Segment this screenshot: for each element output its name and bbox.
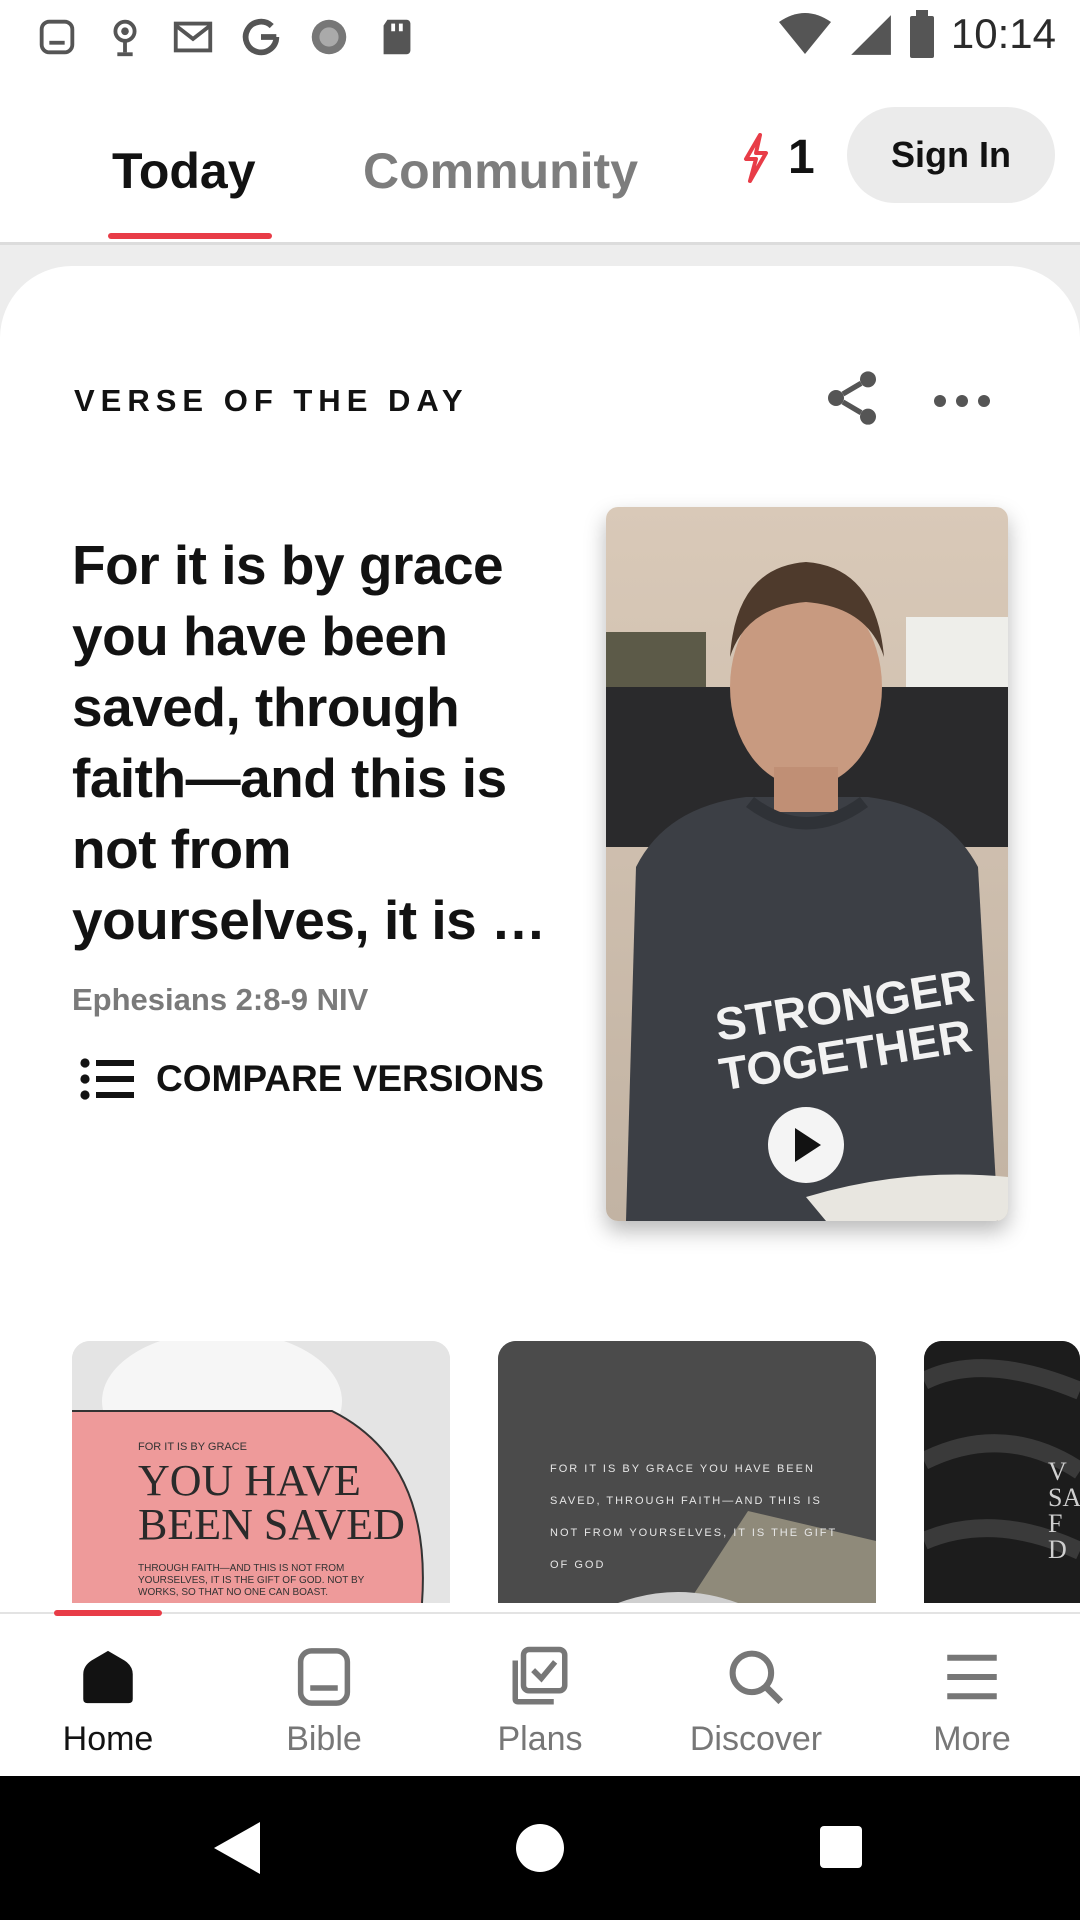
nav-bible[interactable]: Bible <box>216 1614 432 1778</box>
verse-image-3[interactable]: V SA F D <box>924 1341 1080 1603</box>
streak-counter[interactable]: 1 <box>740 130 815 185</box>
back-icon[interactable] <box>212 1820 264 1876</box>
verse-video-thumbnail[interactable]: STRONGER TOGETHER <box>606 507 1008 1221</box>
system-navigation-bar <box>0 1776 1080 1920</box>
tab-today[interactable]: Today <box>112 142 256 200</box>
nav-plans-label: Plans <box>497 1720 583 1758</box>
active-tab-indicator <box>108 233 272 239</box>
image-3-text: V SA F D <box>1048 1457 1080 1564</box>
wifi-icon <box>778 13 831 54</box>
verse-image-1[interactable]: FOR IT IS BY GRACE YOU HAVE BEEN SAVED T… <box>72 1341 450 1603</box>
tablet-icon <box>39 19 75 55</box>
home-icon <box>83 1650 133 1704</box>
compare-versions-label: COMPARE VERSIONS <box>156 1058 544 1099</box>
compare-versions-button[interactable]: COMPARE VERSIONS <box>80 1058 544 1100</box>
tab-community[interactable]: Community <box>363 142 638 200</box>
nav-discover[interactable]: Discover <box>648 1614 864 1778</box>
signal-icon <box>851 15 891 55</box>
circle-app-icon <box>311 19 347 55</box>
nav-more[interactable]: More <box>864 1614 1080 1778</box>
nav-home[interactable]: Home <box>0 1614 216 1778</box>
menu-icon <box>947 1654 997 1700</box>
podcast-icon <box>113 19 137 57</box>
list-icon <box>80 1058 134 1100</box>
nav-home-label: Home <box>62 1720 154 1758</box>
more-options-icon[interactable] <box>930 376 994 426</box>
image-1-heading-line1: YOU HAVE <box>138 1456 361 1505</box>
home-circle-icon[interactable] <box>514 1822 566 1874</box>
verse-text[interactable]: For it is by grace you have been saved, … <box>72 530 562 956</box>
image-1-body: THROUGH FAITH—AND THIS IS NOT FROM YOURS… <box>138 1563 365 1598</box>
bottom-navigation: Home Bible Plans Discover More <box>0 1610 1080 1778</box>
sign-in-button[interactable]: Sign In <box>847 107 1055 203</box>
system-icons: 10:14 <box>777 10 1056 58</box>
image-1-heading-line2: BEEN SAVED <box>138 1500 405 1549</box>
verse-reference[interactable]: Ephesians 2:8-9 NIV <box>72 982 368 1018</box>
image-1-heading: YOU HAVE BEEN SAVED <box>138 1459 405 1547</box>
play-icon <box>795 1128 821 1162</box>
notification-icons <box>34 14 420 60</box>
google-icon <box>242 18 280 56</box>
top-header: Today Community 1 Sign In <box>0 76 1080 245</box>
nav-bible-label: Bible <box>286 1720 362 1758</box>
nav-more-label: More <box>933 1720 1011 1758</box>
image-2-text: FOR IT IS BY GRACE YOU HAVE BEEN SAVED, … <box>550 1463 837 1571</box>
recents-icon[interactable] <box>818 1824 864 1870</box>
play-button[interactable] <box>768 1107 844 1183</box>
bible-icon <box>297 1648 351 1706</box>
clock: 10:14 <box>950 10 1056 57</box>
streak-count: 1 <box>788 131 815 184</box>
status-bar: 10:14 <box>0 0 1080 76</box>
share-icon[interactable] <box>820 366 884 430</box>
verse-image-2[interactable]: FOR IT IS BY GRACE YOU HAVE BEEN SAVED, … <box>498 1341 876 1603</box>
plans-icon <box>512 1646 568 1705</box>
sd-card-icon <box>383 19 411 55</box>
nav-plans[interactable]: Plans <box>432 1614 648 1778</box>
streak-bolt-icon <box>744 132 768 183</box>
discover-icon <box>729 1650 784 1705</box>
section-title: VERSE OF THE DAY <box>74 383 469 418</box>
image-1-small-text: FOR IT IS BY GRACE <box>138 1441 248 1453</box>
battery-icon <box>909 10 934 58</box>
verse-of-the-day-card: VERSE OF THE DAY For it is by grace you … <box>0 266 1080 1620</box>
gmail-icon <box>173 21 213 53</box>
nav-discover-label: Discover <box>689 1720 823 1758</box>
